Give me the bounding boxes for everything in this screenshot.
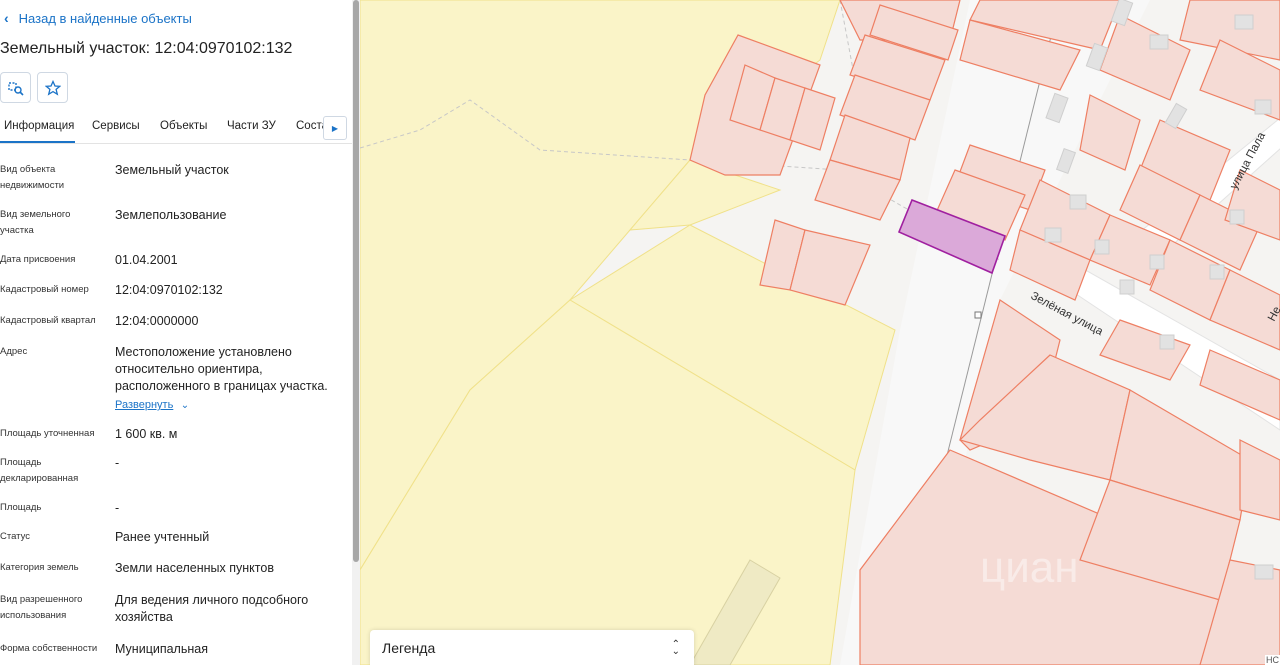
panel-scrollbar[interactable] <box>352 0 360 665</box>
field-value: 12:04:0970102:132 <box>115 283 223 297</box>
tab-objects[interactable]: Объекты <box>160 120 207 132</box>
field-value: Для ведения личного подсобного хозяйства <box>115 593 309 624</box>
map-canvas[interactable]: Зелёная улица улица Пала Не циан <box>360 0 1280 665</box>
triangle-right-icon: ▶ <box>331 123 339 133</box>
cadastral-map[interactable]: Зелёная улица улица Пала Не циан <box>360 0 1280 665</box>
field-label: Вид земельного участка <box>0 209 71 236</box>
building <box>1069 194 1087 210</box>
parcel <box>1239 439 1280 521</box>
legend-toggle[interactable]: Легенда ⌃ ⌄ <box>370 630 694 665</box>
building <box>1149 254 1165 270</box>
field-label: Площадь <box>0 502 42 513</box>
field-label: Площадь декларированная <box>0 457 79 484</box>
field-value: - <box>115 456 120 470</box>
parcel <box>789 229 871 306</box>
building <box>1254 564 1274 580</box>
building <box>1234 14 1254 30</box>
corner-label: НС <box>1265 655 1280 665</box>
field-value: Землепользование <box>115 208 227 222</box>
field-value: 12:04:0000000 <box>115 314 199 328</box>
tab-parts[interactable]: Части ЗУ <box>227 120 276 132</box>
info-panel: ‹ Назад в найденные объекты Земельный уч… <box>0 0 352 665</box>
legend-label: Легенда <box>382 639 436 656</box>
building <box>1094 239 1110 255</box>
field-value: Ранее учтенный <box>115 530 210 544</box>
back-link[interactable]: ‹ Назад в найденные объекты <box>4 10 192 26</box>
parcel <box>1079 94 1141 171</box>
expand-link[interactable]: Развернуть <box>115 399 173 411</box>
field-label: Адрес <box>0 346 28 357</box>
building <box>1209 264 1225 280</box>
favorite-button[interactable] <box>37 72 68 103</box>
field-label: Кадастровый номер <box>0 284 89 295</box>
field-label: Форма собственности <box>0 643 98 654</box>
back-label: Назад в найденные объекты <box>18 10 192 26</box>
address-value: Местоположение установлено относительно … <box>115 344 345 414</box>
tab-bar: Информация Сервисы Объекты Части ЗУ Сост… <box>0 110 352 144</box>
field-value: Муниципальная <box>115 642 208 656</box>
building <box>1164 102 1188 130</box>
map-marker <box>974 311 982 319</box>
building <box>1229 209 1245 225</box>
field-label: Вид объекта недвижимости <box>0 164 65 191</box>
building <box>1254 99 1272 115</box>
active-tab-indicator <box>0 141 75 143</box>
building <box>1119 279 1135 295</box>
building <box>1149 34 1169 50</box>
watermark: циан <box>980 543 1079 592</box>
field-label: Дата присвоения <box>0 254 76 265</box>
field-value: Местоположение установлено относительно … <box>115 345 328 393</box>
field-label: Статус <box>0 531 31 542</box>
field-label: Кадастровый квартал <box>0 315 96 326</box>
field-value: 01.04.2001 <box>115 253 178 267</box>
building <box>1159 334 1175 350</box>
tabs-next-button[interactable]: ▶ <box>323 116 347 140</box>
field-value: Земельный участок <box>115 163 229 177</box>
tab-info[interactable]: Информация <box>4 120 74 132</box>
tab-services[interactable]: Сервисы <box>92 120 140 132</box>
chevron-up-down-icon: ⌃ ⌄ <box>671 638 680 657</box>
page-title: Земельный участок: 12:04:0970102:132 <box>0 40 293 57</box>
field-value: 1 600 кв. м <box>115 427 178 441</box>
chevron-left-icon: ‹ <box>4 10 9 26</box>
zoom-area-icon <box>7 81 24 96</box>
zoom-to-object-button[interactable] <box>0 72 31 103</box>
star-icon <box>44 79 61 96</box>
field-label: Категория земель <box>0 562 79 573</box>
building <box>1044 227 1062 243</box>
field-label: Вид разрешенного использования <box>0 594 83 621</box>
scrollbar-thumb[interactable] <box>353 0 359 562</box>
field-label: Площадь уточненная <box>0 428 95 439</box>
chevron-down-icon[interactable]: ⌄ <box>181 400 189 411</box>
field-value: Земли населенных пунктов <box>115 561 274 575</box>
field-value: - <box>115 501 120 515</box>
